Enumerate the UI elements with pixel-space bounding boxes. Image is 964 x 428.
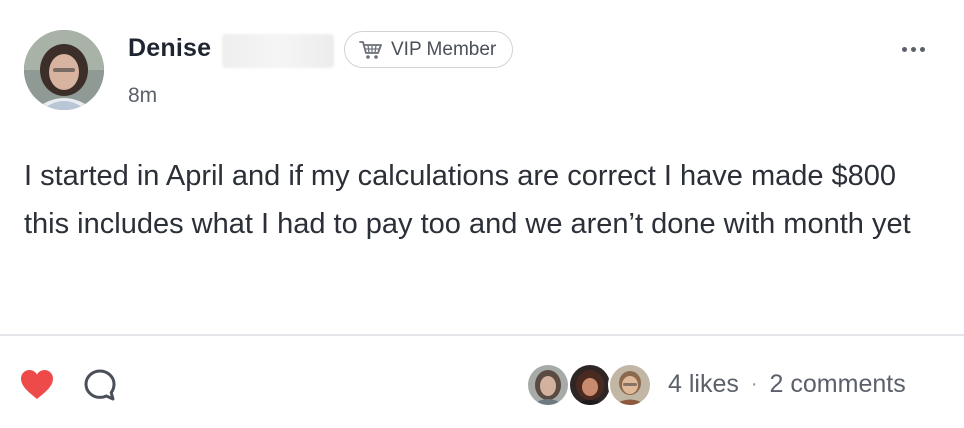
author-avatar[interactable] bbox=[24, 30, 104, 110]
liker-avatar-1[interactable] bbox=[528, 365, 568, 405]
post-body-text: I started in April and if my calculation… bbox=[24, 160, 911, 240]
menu-dot bbox=[901, 46, 907, 52]
likes-count-link[interactable]: 4 likes bbox=[668, 370, 739, 399]
post-timestamp[interactable]: 8m bbox=[128, 84, 157, 108]
post-card: Denise VIP Member 8m I started in April … bbox=[0, 0, 964, 428]
stats-separator: · bbox=[750, 373, 758, 395]
redacted-surname bbox=[222, 34, 334, 68]
heart-icon[interactable] bbox=[18, 366, 56, 404]
shopping-cart-icon bbox=[359, 40, 383, 60]
footer-divider bbox=[0, 334, 964, 336]
liker-avatar-3[interactable] bbox=[610, 365, 650, 405]
menu-dot bbox=[919, 46, 925, 52]
comment-bubble-icon[interactable] bbox=[81, 366, 119, 404]
vip-member-badge: VIP Member bbox=[344, 31, 514, 68]
more-options-icon[interactable] bbox=[896, 38, 930, 60]
profile-photo-avatar bbox=[24, 30, 104, 110]
menu-dot bbox=[910, 46, 916, 52]
comments-count-link[interactable]: 2 comments bbox=[770, 370, 906, 399]
liker-avatars[interactable] bbox=[528, 365, 652, 405]
liker-avatar-2[interactable] bbox=[570, 365, 610, 405]
engagement-stats: 4 likes · 2 comments bbox=[668, 370, 906, 399]
author-name[interactable]: Denise bbox=[128, 34, 211, 63]
badge-label: VIP Member bbox=[391, 38, 497, 60]
